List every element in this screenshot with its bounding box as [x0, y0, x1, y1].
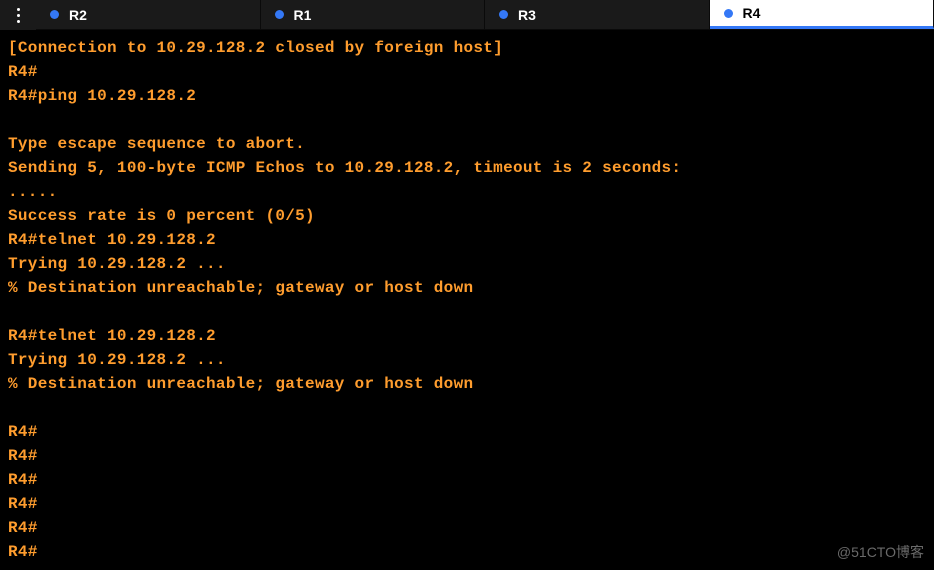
terminal-line: R4#: [8, 492, 926, 516]
terminal-line: R4#: [8, 420, 926, 444]
tab-bar: R2 R1 R3 R4: [36, 0, 934, 29]
terminal-line: R4#telnet 10.29.128.2: [8, 228, 926, 252]
watermark: @51CTO博客: [837, 542, 924, 562]
tab-r3[interactable]: R3: [485, 0, 710, 29]
tab-label: R2: [69, 7, 87, 23]
tab-label: R4: [743, 5, 761, 21]
terminal-line: Success rate is 0 percent (0/5): [8, 204, 926, 228]
terminal-line: [8, 108, 926, 132]
status-dot-icon: [499, 10, 508, 19]
terminal-line: R4#ping 10.29.128.2: [8, 84, 926, 108]
terminal-line: Type escape sequence to abort.: [8, 132, 926, 156]
tab-r1[interactable]: R1: [261, 0, 486, 29]
status-dot-icon: [724, 9, 733, 18]
terminal-line: [8, 300, 926, 324]
tab-label: R1: [294, 7, 312, 23]
terminal-line: R4#: [8, 516, 926, 540]
status-dot-icon: [50, 10, 59, 19]
menu-button[interactable]: [0, 0, 36, 30]
terminal-line: % Destination unreachable; gateway or ho…: [8, 372, 926, 396]
terminal-line: Trying 10.29.128.2 ...: [8, 252, 926, 276]
terminal-output[interactable]: [Connection to 10.29.128.2 closed by for…: [0, 30, 934, 570]
terminal-line: [Connection to 10.29.128.2 closed by for…: [8, 36, 926, 60]
terminal-line: R4#telnet 10.29.128.2: [8, 324, 926, 348]
tab-label: R3: [518, 7, 536, 23]
terminal-line: R4#: [8, 468, 926, 492]
top-bar: R2 R1 R3 R4: [0, 0, 934, 30]
dots-vertical-icon: [17, 8, 20, 23]
terminal-line: Sending 5, 100-byte ICMP Echos to 10.29.…: [8, 156, 926, 180]
status-dot-icon: [275, 10, 284, 19]
terminal-line: .....: [8, 180, 926, 204]
terminal-line: [8, 396, 926, 420]
tab-r4[interactable]: R4: [710, 0, 934, 29]
terminal-line: R4#: [8, 60, 926, 84]
terminal-line: R4#: [8, 444, 926, 468]
terminal-line: % Destination unreachable; gateway or ho…: [8, 276, 926, 300]
terminal-line: R4#: [8, 540, 926, 564]
tab-r2[interactable]: R2: [36, 0, 261, 29]
terminal-line: Trying 10.29.128.2 ...: [8, 348, 926, 372]
